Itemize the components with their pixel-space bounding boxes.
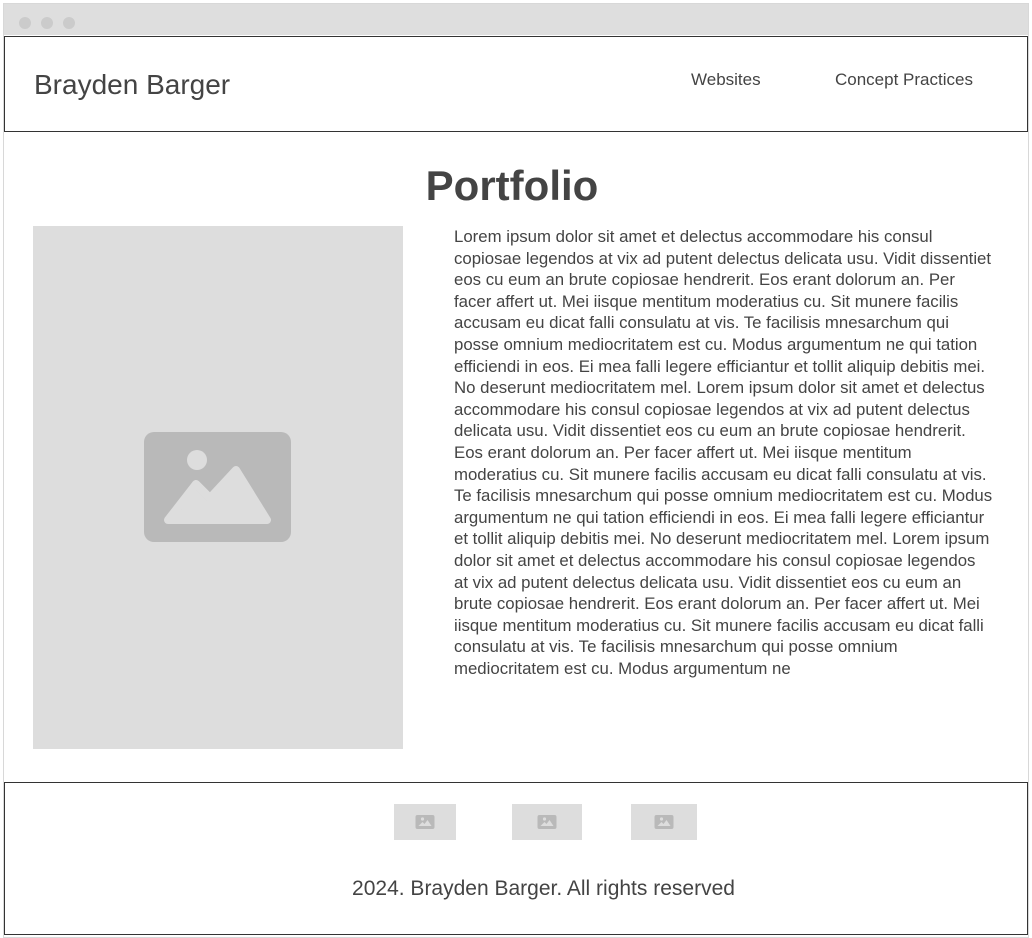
window-maximize-dot[interactable] <box>63 17 75 29</box>
page-title: Portfolio <box>425 162 599 209</box>
footer-image-link-2[interactable] <box>512 804 582 840</box>
browser-title-bar <box>4 4 1028 35</box>
copyright-text: 2024. Brayden Barger. All rights reserve… <box>352 877 735 900</box>
portfolio-description: Lorem ipsum dolor sit amet et delectus a… <box>454 227 993 678</box>
image-placeholder-icon <box>537 815 557 829</box>
site-footer: 2024. Brayden Barger. All rights reserve… <box>4 782 1028 935</box>
image-placeholder-icon <box>144 432 291 542</box>
window-minimize-dot[interactable] <box>41 17 53 29</box>
site-header: Brayden Barger Websites Concept Practice… <box>4 36 1028 132</box>
image-placeholder-icon <box>654 815 674 829</box>
nav-link-concept-practices[interactable]: Concept Practices <box>835 70 973 90</box>
nav-link-websites[interactable]: Websites <box>691 70 761 90</box>
site-title[interactable]: Brayden Barger <box>34 69 230 101</box>
image-placeholder-icon <box>415 815 435 829</box>
footer-image-link-1[interactable] <box>394 804 456 840</box>
window-close-dot[interactable] <box>19 17 31 29</box>
portfolio-image <box>33 226 403 749</box>
footer-image-link-3[interactable] <box>631 804 697 840</box>
